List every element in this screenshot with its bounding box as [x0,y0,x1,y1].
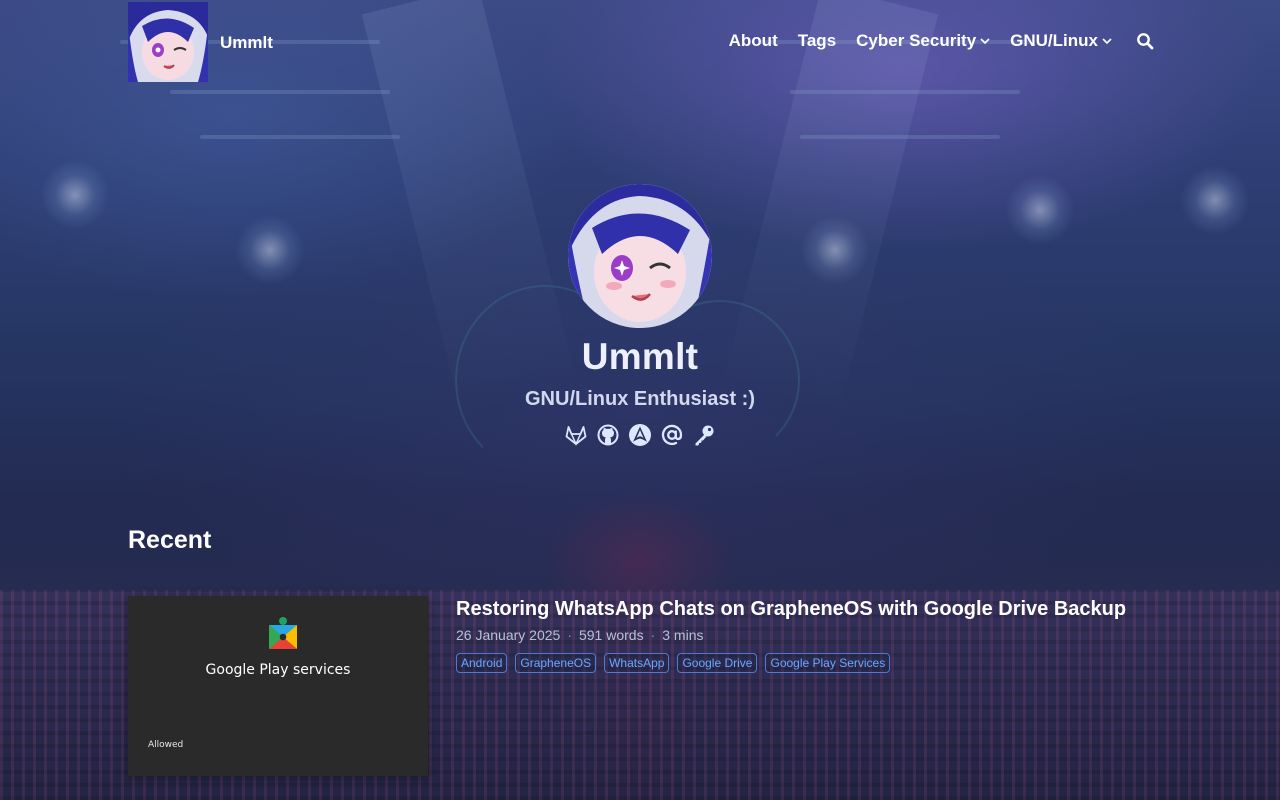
main-menu: About Tags Cyber Security GNU/Linux [709,31,1154,51]
chevron-down-icon [980,38,990,45]
profile-name: Ummlt [581,336,699,377]
post-card: Google Play services Allowed Restoring W… [128,596,1152,776]
site-title[interactable]: Ummlt [220,33,273,53]
post-tags: Android GrapheneOS WhatsApp Google Drive… [456,653,891,673]
key-icon[interactable] [692,423,716,447]
social-links [0,423,1280,447]
top-navigation: Ummlt About Tags Cyber Security GNU/Linu… [0,0,1280,84]
tag-google-play-services[interactable]: Google Play Services [765,653,891,673]
meta-separator: · [567,627,572,643]
github-icon[interactable] [596,423,620,447]
post-meta: 26 January 2025 · 591 words · 3 mins [456,627,703,643]
chevron-down-icon [1102,38,1112,45]
nav-about-label: About [728,31,778,50]
search-icon[interactable] [1136,32,1154,50]
post-date: 26 January 2025 [456,627,561,643]
post-title-link[interactable]: Restoring WhatsApp Chats on GrapheneOS w… [456,598,1126,621]
nav-cyber-security-label: Cyber Security [856,31,977,50]
tag-android[interactable]: Android [456,653,508,673]
recent-heading: Recent [128,526,212,554]
profile-subtitle: GNU/Linux Enthusiast :) [525,388,755,410]
profile-avatar [568,184,712,328]
profile-hero: Ummlt GNU/Linux Enthusiast :) [0,184,1280,447]
email-at-icon[interactable] [660,423,684,447]
nav-tags-label: Tags [797,31,837,50]
nav-tags[interactable]: Tags [798,31,836,51]
thumbnail-status-text: Allowed [148,740,184,750]
tag-whatsapp[interactable]: WhatsApp [604,653,670,673]
archlinux-icon[interactable] [628,423,652,447]
nav-gnu-linux[interactable]: GNU/Linux [1010,31,1112,51]
tag-google-drive[interactable]: Google Drive [677,653,758,673]
nav-gnu-linux-label: GNU/Linux [1010,31,1098,50]
gitlab-icon[interactable] [564,423,588,447]
post-read-time: 3 mins [662,627,704,643]
post-thumbnail[interactable]: Google Play services Allowed [128,596,428,776]
thumbnail-app-name: Google Play services [205,662,351,678]
nav-about[interactable]: About [729,31,778,51]
site-logo-avatar[interactable] [128,2,208,82]
nav-cyber-security[interactable]: Cyber Security [856,31,990,51]
meta-separator: · [650,627,656,643]
tag-grapheneos[interactable]: GrapheneOS [515,653,597,673]
post-word-count: 591 words [578,627,644,643]
google-play-services-icon [269,617,297,649]
